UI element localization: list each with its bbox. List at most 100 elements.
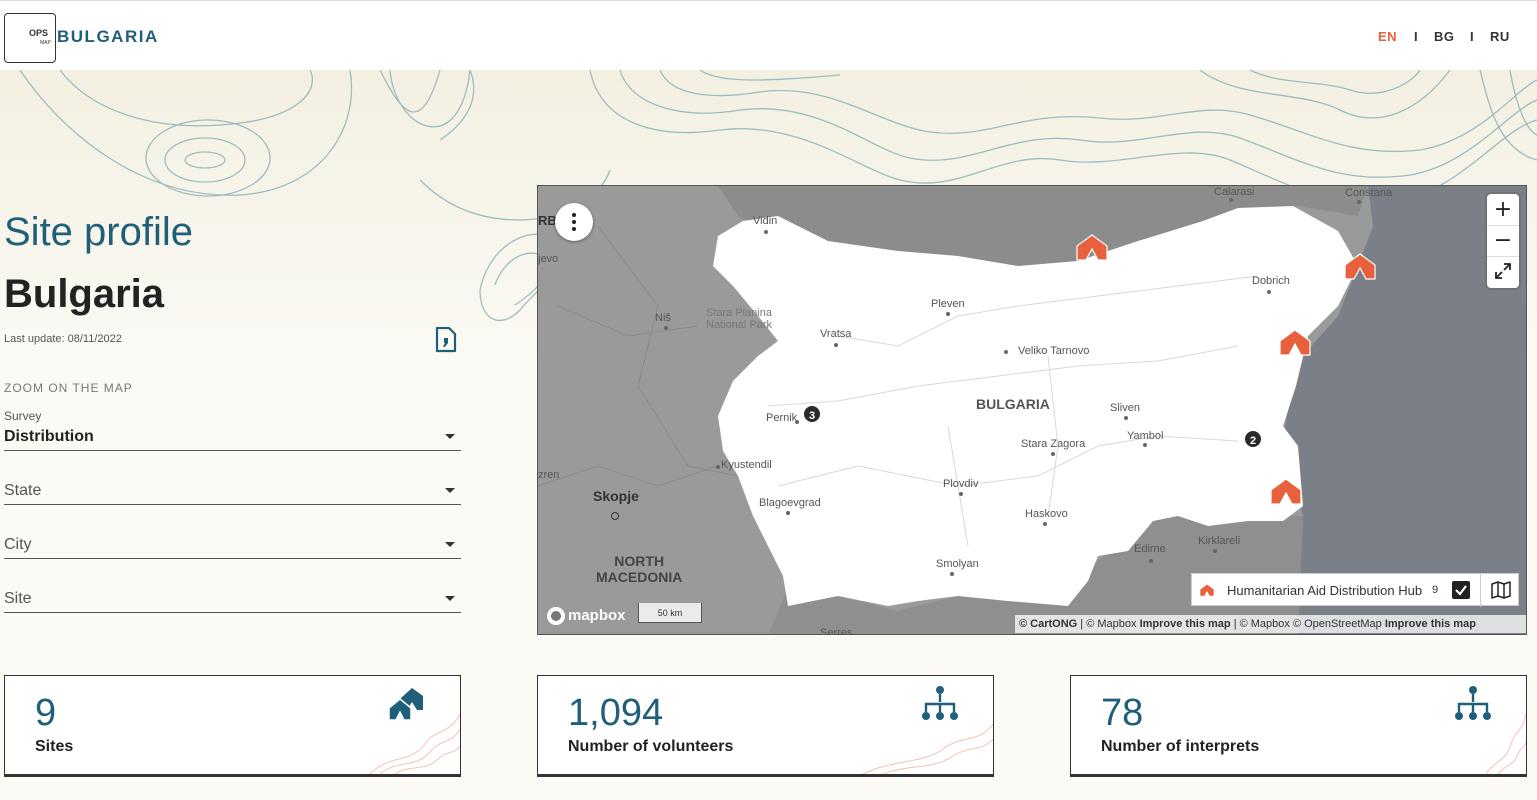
city-dot — [716, 465, 720, 469]
city-label-plovdiv: Plovdiv — [943, 478, 979, 490]
city-label-skopje: Skopje — [593, 488, 639, 504]
chevron-down-icon — [445, 434, 455, 439]
city-dot — [1229, 198, 1233, 202]
stat-value: 1,094 — [568, 692, 664, 734]
state-select[interactable]: State — [4, 476, 461, 505]
city-label-blagoevgrad: Blagoevgrad — [759, 497, 821, 509]
city-label-pernik: Pernik — [766, 412, 798, 424]
fullscreen-icon[interactable] — [1494, 262, 1512, 280]
distribution-hub-marker[interactable] — [1074, 232, 1110, 262]
stat-card-interprets: 78 Number of interprets — [1070, 675, 1527, 777]
map-country-label: BULGARIA — [976, 396, 1050, 412]
city-label-dobrich: Dobrich — [1252, 275, 1290, 287]
distribution-hub-marker[interactable] — [1342, 251, 1378, 281]
city-dot — [795, 420, 799, 424]
dot — [572, 227, 576, 231]
city-dot — [950, 572, 954, 576]
city-dot — [1357, 200, 1361, 204]
lang-separator: I — [1470, 29, 1474, 44]
city-dot — [664, 326, 668, 330]
distribution-hub-marker[interactable] — [1277, 327, 1313, 357]
site-cluster[interactable]: 2 — [1243, 429, 1263, 449]
city-dot — [786, 511, 790, 515]
zoom-out-button[interactable]: − — [1487, 226, 1519, 256]
city-dot — [834, 343, 838, 347]
zoom-controls: + − — [1487, 194, 1519, 288]
city-dot — [764, 230, 768, 234]
city-label-stara-zagora: Stara Zagora — [1021, 438, 1086, 450]
city-label-veliko-tarnovo: Veliko Tarnovo — [1018, 345, 1090, 357]
export-document-icon[interactable] — [434, 327, 458, 353]
city-label-haskovo: Haskovo — [1025, 508, 1068, 520]
site-cluster[interactable]: 3 — [802, 404, 822, 424]
legend-layer-checkbox[interactable] — [1452, 581, 1470, 599]
city-dot — [1267, 290, 1271, 294]
survey-select[interactable]: Survey Distribution — [4, 408, 461, 451]
zoom-in-button[interactable]: + — [1487, 195, 1519, 225]
city-dot — [1149, 559, 1153, 563]
city-label-smolyan: Smolyan — [936, 558, 979, 570]
legend-count: 9 — [1432, 584, 1439, 596]
city-dot — [1004, 350, 1008, 354]
lang-en[interactable]: EN — [1378, 29, 1397, 44]
layers-button[interactable] — [1480, 574, 1520, 607]
lang-ru[interactable]: RU — [1490, 29, 1510, 44]
divider — [1487, 256, 1519, 257]
city-dot — [1124, 416, 1128, 420]
decorative-swirl — [370, 713, 460, 774]
city-label-kyustendil: Kyustendil — [721, 459, 772, 471]
tent-icon — [1200, 584, 1214, 596]
city-label-constana: Constana — [1345, 187, 1393, 199]
lang-bg[interactable]: BG — [1434, 29, 1455, 44]
ops-map-logo[interactable]: OPS MAP — [4, 13, 56, 63]
survey-label: Survey — [4, 409, 42, 423]
stat-label: Number of volunteers — [568, 738, 734, 755]
edge-label: RB — [538, 213, 557, 228]
chevron-down-icon — [445, 542, 455, 547]
capital-dot — [611, 512, 619, 520]
city-dot — [1051, 452, 1055, 456]
chevron-down-icon — [445, 488, 455, 493]
mapbox-label: mapbox — [568, 607, 626, 624]
city-label-vratsa: Vratsa — [820, 328, 852, 340]
country-brand: BULGARIA — [57, 27, 159, 46]
check-icon — [1455, 585, 1467, 596]
zoom-on-map-label: ZOOM ON THE MAP — [4, 381, 133, 395]
neighbour-country-label: NORTH MACEDONIA — [596, 553, 683, 585]
map-layers-icon — [1491, 581, 1511, 599]
improve-map-link[interactable]: Improve this map — [1140, 618, 1231, 630]
map-attribution: © CartONG | © Mapbox Improve this map | … — [1015, 615, 1526, 633]
map-options-button[interactable] — [555, 203, 593, 241]
attribution-text: | © Mapbox © OpenStreetMap — [1230, 618, 1385, 630]
decorative-swirl — [863, 723, 993, 774]
city-dot — [1213, 549, 1217, 553]
city-label-edirne: Edirne — [1134, 543, 1166, 555]
city-dot — [1043, 522, 1047, 526]
city-label-sliven: Sliven — [1110, 402, 1140, 414]
top-bar: OPS MAP BULGARIA EN I BG I RU — [0, 0, 1537, 70]
last-update: Last update: 08/11/2022 — [4, 333, 122, 345]
city-label-serres: Serres — [820, 627, 853, 635]
improve-map-link[interactable]: Improve this map — [1385, 618, 1476, 630]
city-placeholder: City — [4, 536, 32, 553]
stat-value: 78 — [1101, 692, 1144, 734]
city-label-pleven: Pleven — [931, 298, 965, 310]
attribution-text: | © Mapbox — [1077, 618, 1140, 630]
park-label: Stara Planina National Park — [706, 307, 773, 331]
city-label-kirklareli: Kirklareli — [1198, 535, 1241, 547]
map-view[interactable]: Vidin Pleven Vratsa Veliko Tarnovo Dobri… — [537, 185, 1527, 635]
site-select[interactable]: Site — [4, 584, 461, 613]
stat-value: 9 — [35, 692, 57, 734]
logo-ops-text: OPS — [29, 28, 49, 38]
city-dot — [1143, 443, 1147, 447]
map-legend: Humanitarian Aid Distribution Hub 9 — [1191, 573, 1520, 607]
stat-card-volunteers: 1,094 Number of volunteers — [537, 675, 994, 777]
city-select[interactable]: City — [4, 530, 461, 559]
city-label-yambol: Yambol — [1127, 430, 1164, 442]
legend-label: Humanitarian Aid Distribution Hub — [1227, 583, 1423, 598]
lang-separator: I — [1414, 29, 1418, 44]
distribution-hub-marker[interactable] — [1268, 476, 1304, 506]
site-placeholder: Site — [4, 590, 32, 607]
dot — [572, 213, 576, 217]
cartong-link[interactable]: © CartONG — [1019, 618, 1077, 630]
